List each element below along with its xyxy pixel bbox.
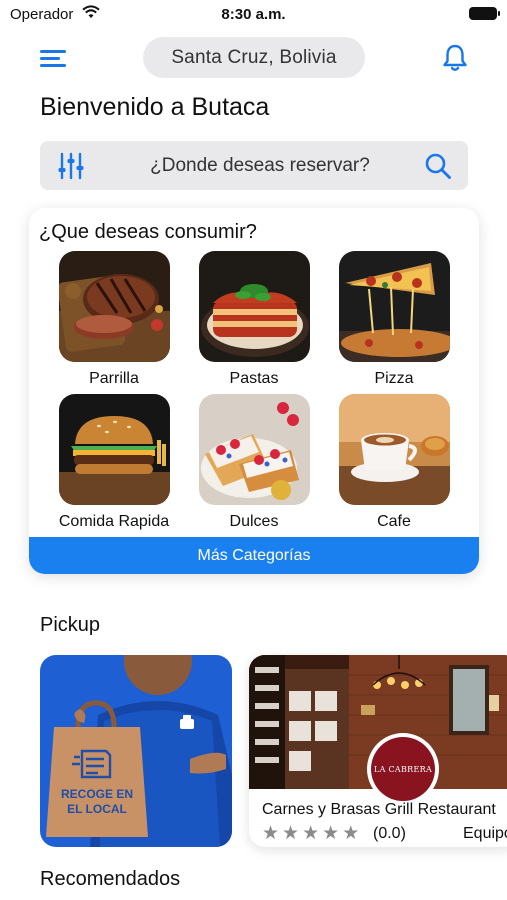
pickup-banner[interactable]: RECOGE EN EL LOCAL	[40, 655, 232, 847]
restaurant-tag: Equipo	[463, 825, 507, 842]
star-icon: ★	[302, 823, 320, 844]
menu-icon-line	[40, 50, 66, 53]
restaurant-name: Carnes y Brasas Grill Restaurant	[262, 801, 496, 818]
desserts-photo	[198, 394, 310, 505]
category-cafe[interactable]: Cafe	[324, 394, 464, 531]
category-comida-rapida[interactable]: Comida Rapida	[44, 394, 184, 531]
category-label: Pizza	[374, 370, 414, 387]
category-label: Comida Rapida	[58, 513, 170, 530]
rating-value: (0.0)	[373, 825, 406, 842]
burger-photo	[58, 394, 170, 505]
restaurant-card[interactable]: LA CABRERA Carnes y Brasas Grill Restaur…	[249, 655, 507, 847]
menu-icon-line	[40, 64, 66, 67]
coffee-photo	[338, 394, 450, 505]
search-bar	[40, 141, 468, 190]
svg-text:RECOGE EN: RECOGE EN	[61, 787, 133, 801]
bell-icon	[443, 44, 467, 71]
star-icon: ★	[262, 823, 280, 844]
pickup-title: Pickup	[40, 614, 101, 636]
more-categories-button[interactable]: Más Categorías	[29, 537, 479, 574]
rating-stars: ★ ★ ★ ★ ★	[262, 824, 359, 843]
notifications-button[interactable]	[441, 43, 469, 73]
restaurant-logo-text: LA CABRERA	[371, 737, 435, 801]
location-selector[interactable]: Santa Cruz, Bolivia	[143, 37, 365, 78]
categories-card: ¿Que deseas consumir? Parrilla Pastas Pi…	[29, 208, 479, 574]
star-icon: ★	[322, 823, 340, 844]
battery-icon	[469, 7, 500, 20]
welcome-heading: Bienvenido a Butaca	[40, 93, 270, 121]
menu-button[interactable]	[40, 46, 68, 70]
search-icon[interactable]	[424, 152, 452, 180]
restaurant-logo: LA CABRERA	[367, 733, 439, 805]
lasagna-photo	[198, 251, 310, 362]
category-dulces[interactable]: Dulces	[184, 394, 324, 531]
grilled-steak-photo	[58, 251, 170, 362]
menu-icon-line	[40, 57, 60, 60]
category-label: Dulces	[229, 513, 279, 530]
category-label: Parrilla	[89, 370, 139, 387]
category-parrilla[interactable]: Parrilla	[44, 251, 184, 388]
recommended-title: Recomendados	[40, 868, 181, 890]
filter-icon[interactable]	[58, 152, 84, 180]
star-icon: ★	[282, 823, 300, 844]
category-pastas[interactable]: Pastas	[184, 251, 324, 388]
clock: 8:30 a.m.	[221, 6, 286, 23]
category-pizza[interactable]: Pizza	[324, 251, 464, 388]
categories-title: ¿Que deseas consumir?	[39, 221, 257, 243]
search-input[interactable]	[100, 141, 420, 190]
svg-text:EL LOCAL: EL LOCAL	[67, 802, 127, 816]
status-bar: Operador 8:30 a.m.	[0, 0, 507, 28]
category-label: Pastas	[229, 370, 279, 387]
star-icon: ★	[342, 823, 360, 844]
pizza-photo	[338, 251, 450, 362]
category-label: Cafe	[377, 513, 411, 530]
pickup-banner-illustration: RECOGE EN EL LOCAL	[40, 655, 232, 847]
